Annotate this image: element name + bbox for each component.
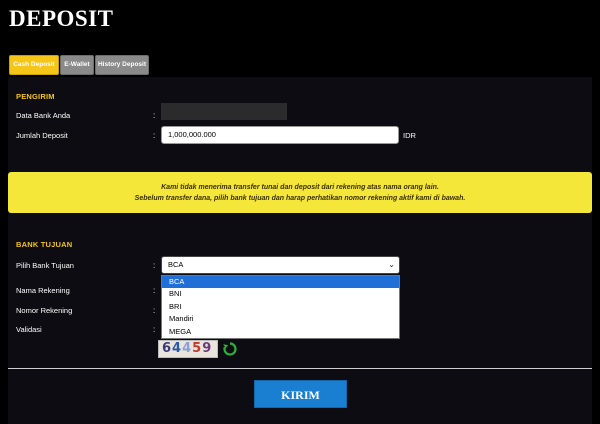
colon: : [153,131,156,140]
bank-select-label: Pilih Bank Tujuan [16,261,74,270]
colon: : [153,306,156,315]
bank-option-bni[interactable]: BNI [162,288,399,300]
submit-button[interactable]: KIRIM [254,380,347,408]
captcha-digit: 6 [162,341,173,356]
tab-cash-deposit[interactable]: Cash Deposit [9,55,59,75]
validation-label: Validasi [16,325,42,334]
captcha-digit: 4 [182,341,193,356]
captcha-digit: 4 [172,341,183,356]
bank-data-label: Data Bank Anda [16,111,71,120]
refresh-icon[interactable] [222,341,238,357]
sender-section-title: PENGIRIM [16,92,55,101]
bank-select-value: BCA [168,260,184,269]
bank-option-mandiri[interactable]: Mandiri [162,313,399,325]
bank-dropdown-list: BCA BNI BRI Mandiri MEGA [161,275,400,339]
captcha-digit: 5 [192,341,203,356]
bank-option-bri[interactable]: BRI [162,301,399,313]
colon: : [153,111,156,120]
account-name-label: Nama Rekening [16,286,70,295]
captcha-image: 64459 [158,340,218,358]
chevron-down-icon: ⌄ [388,260,395,269]
amount-label: Jumlah Deposit [16,131,68,140]
notice-line-2: Sebelum transfer dana, pilih bank tujuan… [134,195,466,202]
notice-line-1: Kami tidak menerima transfer tunai dan d… [161,184,439,191]
tab-e-wallet[interactable]: E-Wallet [60,55,94,75]
bank-option-mega[interactable]: MEGA [162,326,399,338]
account-number-label: Nomor Rekening [16,306,73,315]
amount-input[interactable]: 1,000,000.000 [161,126,399,144]
captcha-digit: 9 [202,341,213,356]
tab-history-deposit[interactable]: History Deposit [95,55,149,75]
notice-box: Kami tidak menerima transfer tunai dan d… [8,172,592,213]
destination-section-title: BANK TUJUAN [16,240,73,249]
page-title: DEPOSIT [9,6,114,31]
colon: : [153,286,156,295]
bank-data-value-masked [161,103,287,120]
bank-option-bca[interactable]: BCA [162,276,399,289]
divider [8,368,592,369]
bank-select[interactable]: BCA ⌄ [161,256,400,274]
colon: : [153,325,156,334]
colon: : [153,261,156,270]
currency-label: IDR [403,131,416,140]
